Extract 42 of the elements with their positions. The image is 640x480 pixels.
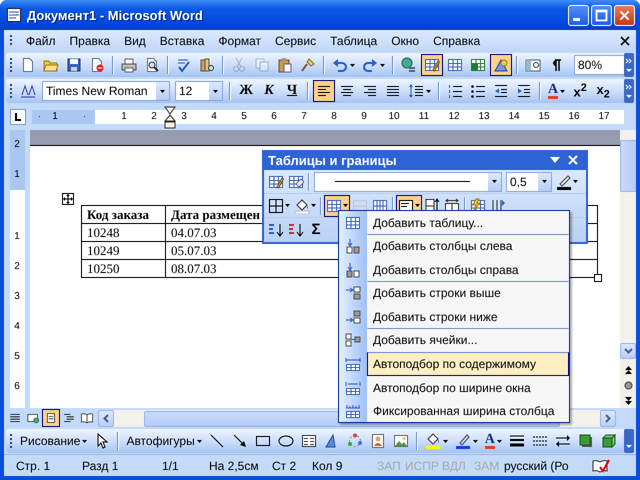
status-field: Кол 9 [312, 459, 377, 473]
toolbar-title: Таблицы и границы [268, 152, 397, 168]
status-field: Стр. 1 [16, 459, 82, 473]
header-cell: Код заказа [82, 206, 166, 224]
ruler-number: 9 [360, 110, 368, 124]
table-cell: 10249 [82, 242, 166, 260]
ruler-number: 2 [150, 110, 158, 124]
status-field: русский (Ро [504, 459, 590, 473]
status-field: Ст 2 [272, 459, 312, 473]
ruler-number: 17 [597, 110, 611, 124]
ruler-number: 14 [507, 110, 521, 124]
ruler-number: 1 [120, 110, 128, 124]
status-field: 1/1 [162, 459, 209, 473]
ruler-number: 6 [270, 110, 278, 124]
ruler-number: 7 [300, 110, 308, 124]
status-field: Разд 1 [82, 459, 162, 473]
ruler-number: 6 [13, 380, 21, 394]
ruler-number: 2 [13, 260, 21, 274]
ruler-number: 4 [210, 110, 218, 124]
status-field: ИСПР [405, 459, 442, 473]
ruler-number: 8 [330, 110, 338, 124]
ruler-number: 11 [418, 110, 430, 124]
ruler-number: 3 [13, 290, 21, 304]
ruler-number: 2 [13, 138, 21, 152]
status-field: ЗАП [377, 459, 405, 473]
ruler-number: 1 [13, 230, 21, 244]
ruler-number: 4 [13, 320, 21, 334]
ruler-number: 5 [13, 350, 21, 364]
ruler-number: 5 [240, 110, 248, 124]
status-field: ЗАМ [474, 459, 504, 473]
table-cell: 10250 [82, 260, 166, 278]
ruler-number: 1 [13, 168, 21, 182]
window-title: Документ1 - Microsoft Word [27, 8, 203, 22]
ruler-number: 13 [477, 110, 491, 124]
ruler-number: 3 [180, 110, 188, 124]
ruler-number: 16 [567, 110, 581, 124]
status-field: ВДЛ [442, 459, 474, 473]
table-cell: 10248 [82, 224, 166, 242]
status-field: На 2,5см [209, 459, 272, 473]
ruler-number: 15 [537, 110, 551, 124]
ruler-number: 12 [447, 110, 461, 124]
ruler-number: 10 [387, 110, 401, 124]
